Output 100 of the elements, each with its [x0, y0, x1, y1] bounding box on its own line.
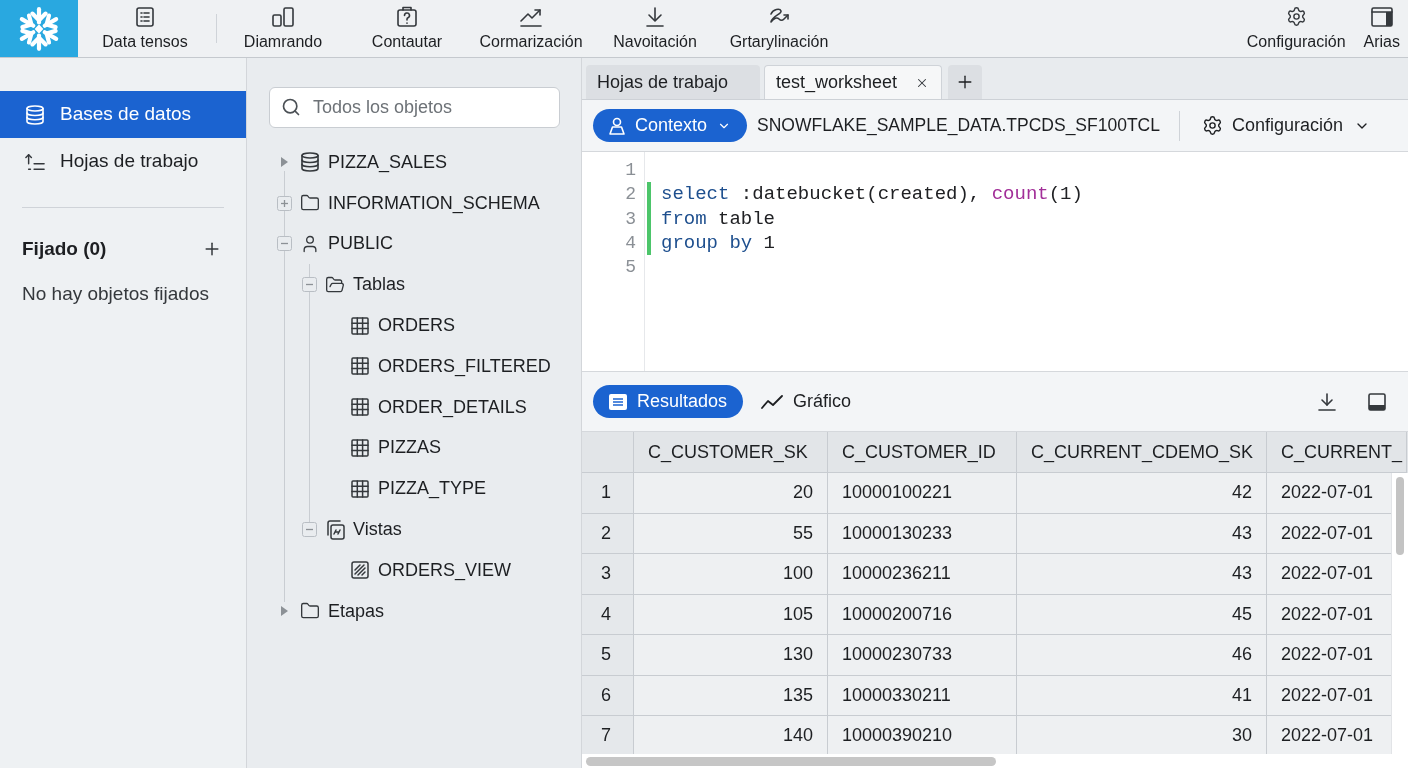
expand-box-icon[interactable] — [276, 195, 292, 211]
line-number: 1 — [625, 159, 636, 182]
snowflake-icon — [17, 6, 61, 51]
table-cell: 135 — [634, 675, 828, 716]
caret-right-icon[interactable] — [280, 606, 288, 617]
column-header[interactable]: C_CUSTOMER_ID — [828, 432, 1017, 473]
table-grid-icon — [351, 438, 369, 457]
tree-item[interactable]: ORDERS_VIEW — [350, 556, 512, 584]
tree-item[interactable]: ORDERS_FILTERED — [350, 352, 551, 380]
table-cell: 41 — [1017, 675, 1267, 716]
table-cell: 10000236211 — [828, 554, 1017, 595]
download-button[interactable] — [1318, 392, 1336, 411]
table-cell: 10000130233 — [828, 513, 1017, 554]
sidebar-item[interactable]: Hojas de trabajo — [0, 138, 246, 185]
row-number: 2 — [582, 513, 634, 554]
table-cell: 46 — [1017, 635, 1267, 676]
pinned-heading: Fijado (0) — [22, 236, 107, 261]
table-cell: 43 — [1017, 554, 1267, 595]
tree-item[interactable]: PIZZA_TYPE — [350, 475, 487, 503]
collapse-box-icon[interactable] — [301, 522, 317, 538]
code-editor[interactable]: 1 2 3 4 5 select :datebucket(created), count(1) from table group by 1 — [582, 152, 1408, 372]
table-cell: 43 — [1017, 513, 1267, 554]
database-icon — [26, 104, 44, 125]
line-number: 4 — [625, 231, 636, 255]
clipboard-icon — [397, 6, 417, 27]
results-tab[interactable]: Resultados — [593, 385, 744, 418]
code-line: group by 1 — [661, 230, 776, 256]
column-header[interactable]: C_CUSTOMER_SK — [634, 432, 828, 473]
download-icon — [1318, 392, 1336, 411]
stacked-squares-icon — [325, 519, 345, 540]
table-cell: 10000330211 — [828, 675, 1017, 716]
column-header[interactable]: C_CURRENT_CDEMO_SK — [1017, 432, 1267, 473]
hatched-square-icon — [351, 561, 369, 580]
user-icon — [609, 116, 625, 135]
row-number: 1 — [582, 473, 634, 514]
context-path: SNOWFLAKE_SAMPLE_DATA.TPCDS_SF100TCL — [757, 114, 1160, 138]
context-button[interactable]: Contexto — [593, 109, 748, 142]
tree-item[interactable]: ORDER_DETAILS — [350, 393, 527, 421]
tree-item[interactable]: ORDERS — [350, 312, 455, 340]
empty-message: No hay objetos fijados — [22, 282, 210, 306]
table-cell: 10000100221 — [828, 473, 1017, 514]
logo-tile[interactable] — [0, 0, 78, 57]
table-cell: 100 — [634, 554, 828, 595]
collapse-box-icon[interactable] — [301, 277, 317, 293]
nav-button[interactable]: Configuración — [1242, 0, 1350, 57]
nav-button[interactable]: Diamrando — [228, 0, 338, 57]
table-cell: 10000230733 — [828, 635, 1017, 676]
sort-list-icon — [25, 152, 45, 171]
new-tab-button[interactable] — [948, 65, 982, 99]
nav-button[interactable]: Data tensos — [96, 0, 194, 57]
row-number: 4 — [582, 594, 634, 635]
table-cell: 130 — [634, 635, 828, 676]
nav-button[interactable]: Contautar — [352, 0, 462, 57]
table-grid-icon — [351, 479, 369, 498]
panel-toggle-button[interactable] — [1368, 392, 1386, 411]
table-grid-icon — [351, 398, 369, 417]
tree-item[interactable]: Vistas — [325, 516, 402, 544]
search-field[interactable]: Todos los objetos — [269, 87, 560, 128]
window-icon — [1370, 6, 1393, 27]
download-icon — [645, 6, 665, 27]
table-cell: 20 — [634, 473, 828, 514]
nav-button[interactable]: Grtarylinación — [724, 0, 834, 57]
results-tab[interactable]: Gráfico — [745, 385, 868, 418]
tree-item[interactable]: PIZZAS — [350, 434, 441, 462]
collapse-box-icon[interactable] — [276, 236, 292, 252]
nav-button[interactable]: Cormarización — [476, 0, 586, 57]
line-chart-icon — [761, 394, 784, 409]
worksheet-tab[interactable]: test_worksheet — [764, 65, 942, 99]
search-icon — [281, 97, 301, 117]
row-number: 6 — [582, 675, 634, 716]
tree-item[interactable]: PUBLIC — [300, 230, 394, 258]
tree-item[interactable]: Etapas — [300, 597, 385, 625]
row-number: 7 — [582, 716, 634, 754]
settings-icon — [1285, 6, 1307, 27]
line-number: 3 — [625, 207, 636, 231]
caret-right-icon[interactable] — [280, 157, 288, 168]
vertical-scrollbar[interactable] — [1391, 473, 1408, 754]
rows-icon — [609, 393, 627, 410]
nav-button[interactable]: Arias — [1359, 0, 1404, 57]
line-number: 5 — [625, 256, 636, 280]
panel-icon — [1368, 392, 1386, 411]
line-number: 2 — [625, 183, 636, 207]
code-line: from table — [661, 206, 776, 231]
tree-item[interactable]: INFORMATION_SCHEMA — [300, 189, 540, 217]
column-header[interactable]: C_CURRENT_ — [1267, 432, 1407, 473]
nav-button[interactable]: Navoitación — [600, 0, 710, 57]
table-cell: 55 — [634, 513, 828, 554]
table-cell: 105 — [634, 594, 828, 635]
table-grid-icon — [351, 357, 369, 376]
tree-item[interactable]: PIZZA_SALES — [300, 148, 448, 176]
list-icon — [136, 6, 154, 27]
table-cell: 10000200716 — [828, 594, 1017, 635]
worksheet-tab[interactable]: Hojas de trabajo — [586, 65, 760, 99]
settings-button[interactable]: Configuración — [1202, 112, 1371, 139]
table-cell: 42 — [1017, 473, 1267, 514]
tree-item[interactable]: Tablas — [325, 271, 406, 299]
sidebar-item[interactable]: Bases de datos — [0, 91, 246, 138]
bar-chart-icon — [272, 6, 294, 27]
open-folder-icon — [325, 274, 345, 295]
database-icon — [301, 152, 319, 173]
